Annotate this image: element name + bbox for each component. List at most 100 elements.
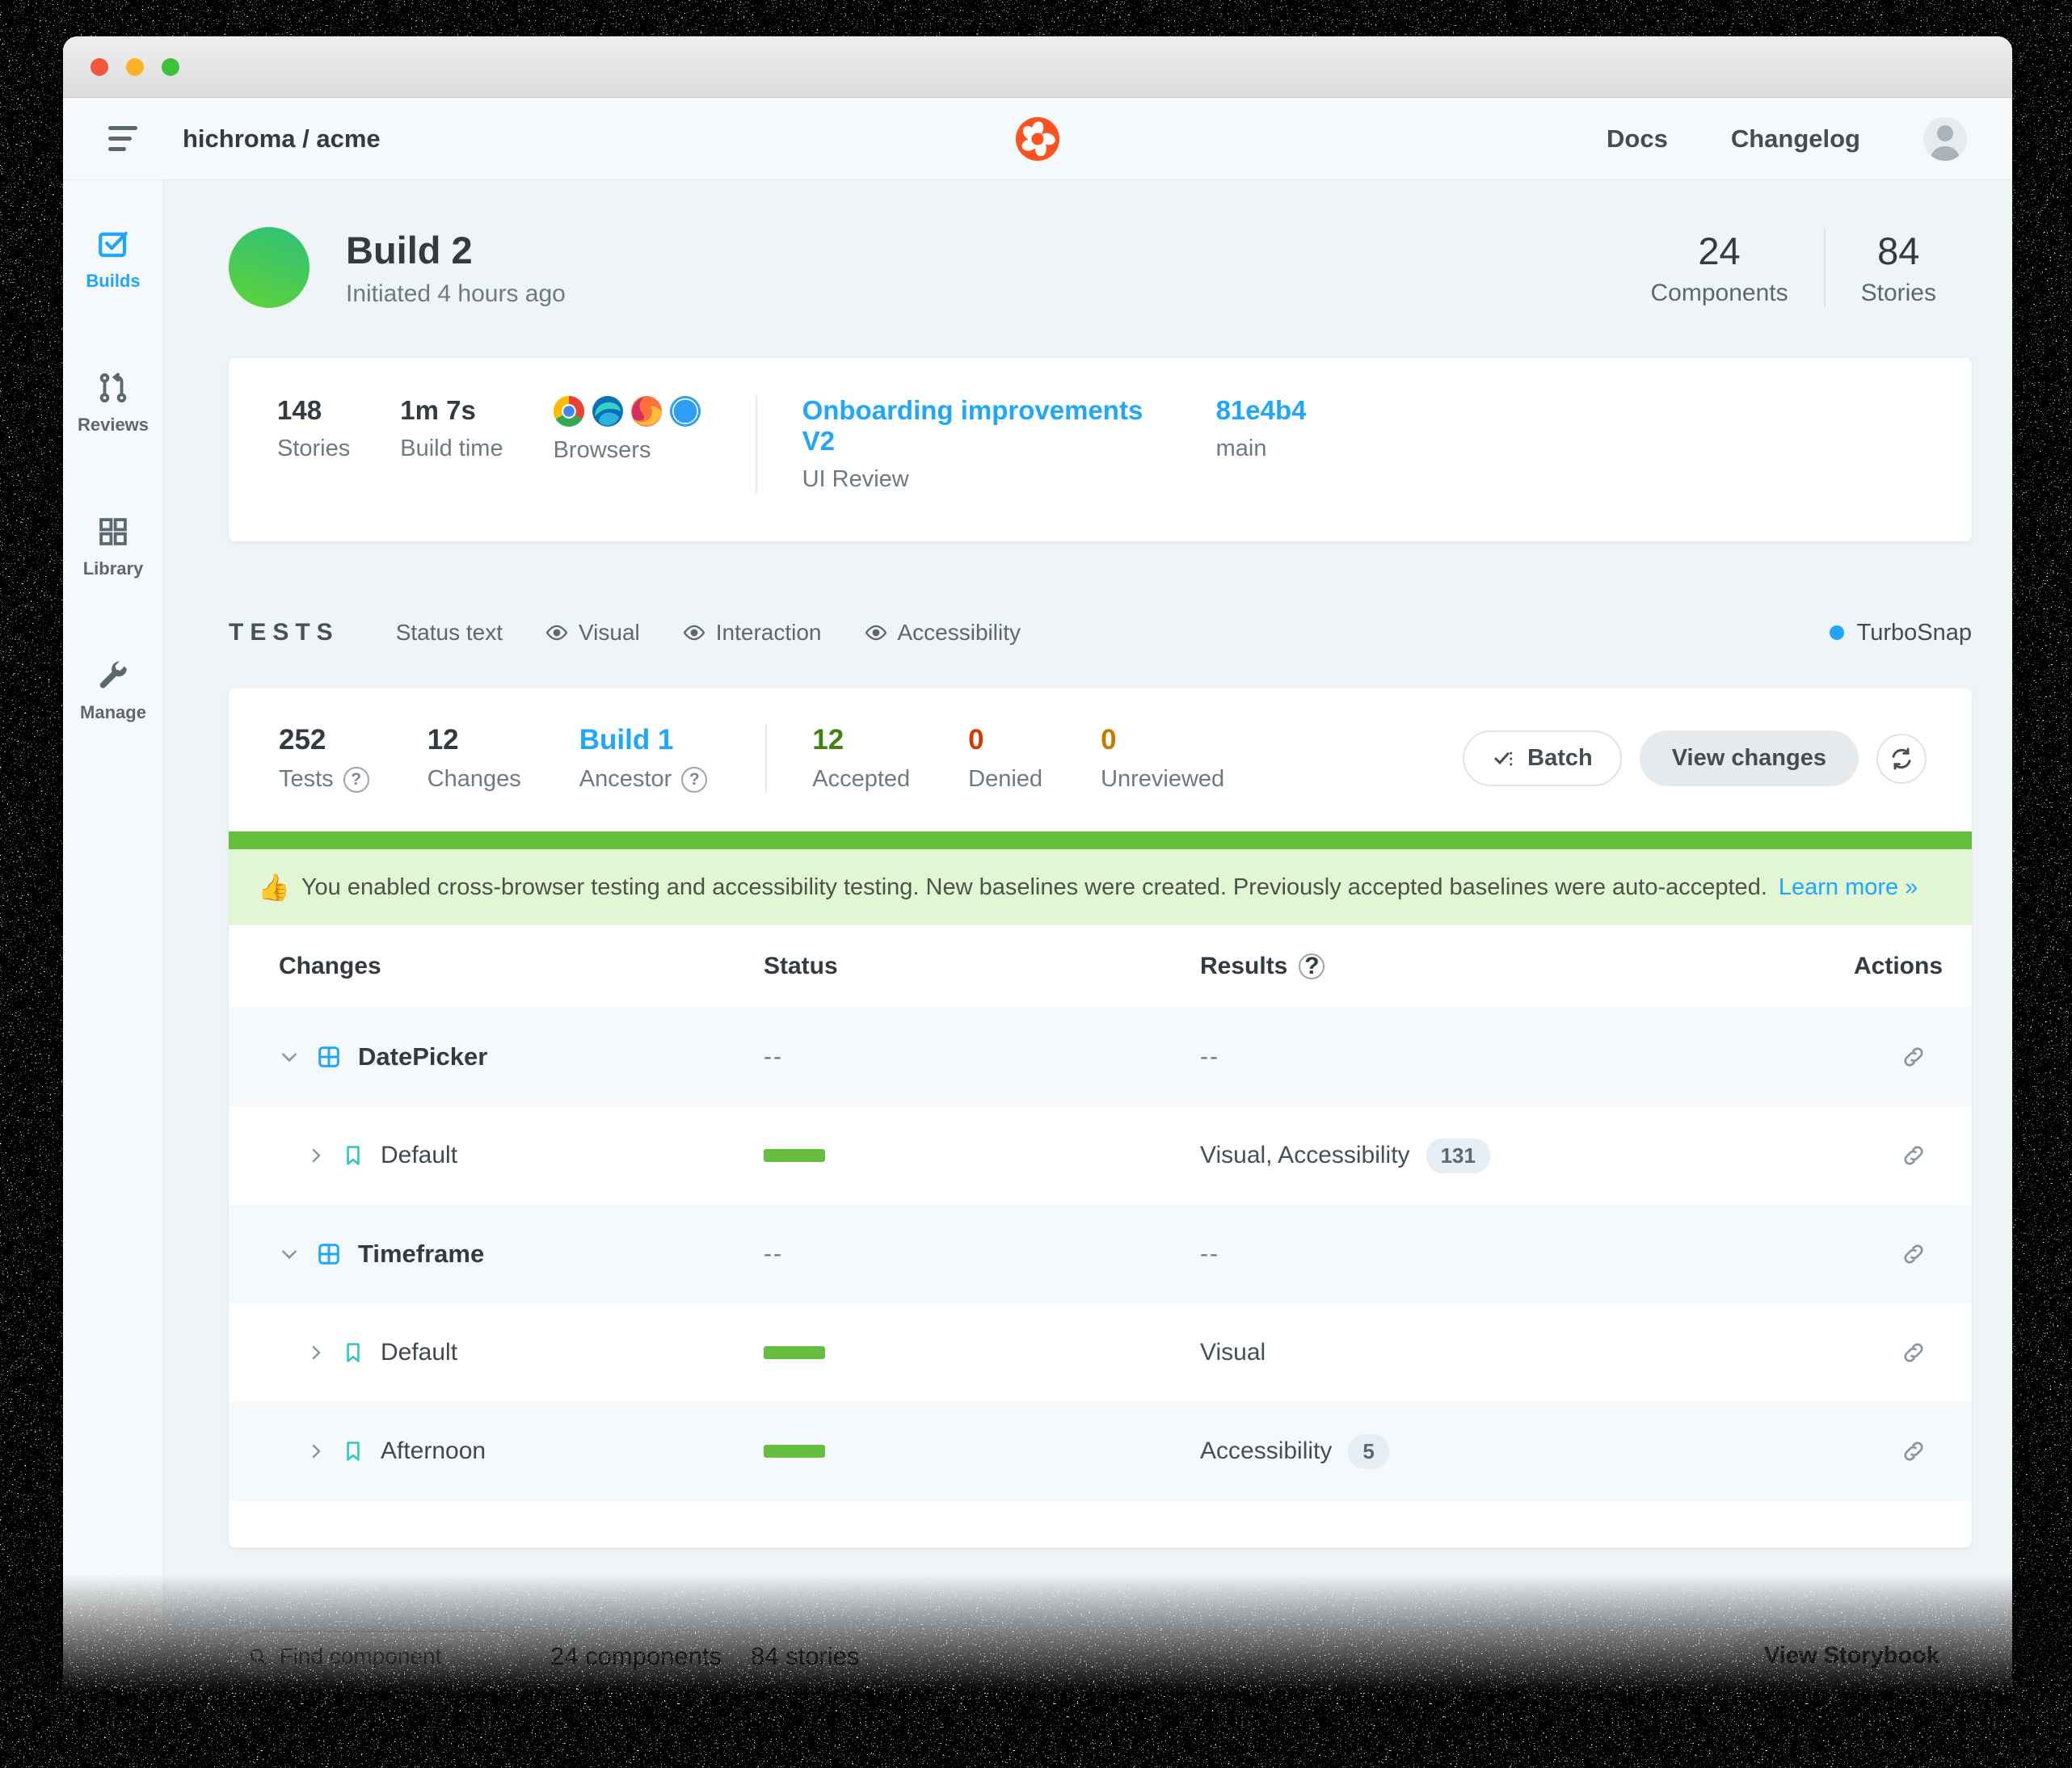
unreviewed-stat: 0 Unreviewed	[1101, 724, 1224, 793]
user-avatar[interactable]	[1923, 117, 1967, 161]
sidebar-item-reviews[interactable]: Reviews	[78, 371, 149, 436]
story-bookmark-icon	[342, 1341, 364, 1364]
link-icon[interactable]	[1901, 1044, 1927, 1070]
build-subtitle: Initiated 4 hours ago	[346, 280, 566, 308]
toggle-accessibility[interactable]: Accessibility	[864, 620, 1021, 646]
tests-card: 252 Tests? 12 Changes Build 1 Ancestor?	[229, 688, 1972, 1547]
library-grid-icon	[96, 515, 130, 549]
link-icon[interactable]	[1901, 1143, 1927, 1168]
component-icon	[316, 1044, 342, 1070]
sidebar-item-label: Reviews	[78, 415, 149, 436]
sidebar-item-builds[interactable]: Builds	[86, 227, 140, 292]
ancestor-stat: Build 1 Ancestor?	[579, 724, 707, 793]
baselines-alert: 👍 You enabled cross-browser testing and …	[229, 849, 1972, 925]
page-title: Build 2	[346, 228, 566, 272]
sidebar-item-label: Builds	[86, 271, 140, 292]
turbosnap-dot-icon	[1830, 625, 1844, 640]
commit-hash-info: 81e4b4 main	[1216, 395, 1307, 493]
sidebar-item-manage[interactable]: Manage	[80, 659, 146, 723]
docs-link[interactable]: Docs	[1607, 124, 1668, 154]
count-badge: 131	[1426, 1139, 1490, 1173]
chromatic-logo-icon[interactable]	[1016, 117, 1059, 161]
link-icon[interactable]	[1901, 1340, 1927, 1366]
build-time-stat: 1m 7s Build time	[400, 395, 503, 493]
chevron-down-icon[interactable]	[279, 1046, 300, 1067]
changes-stat: 12 Changes	[427, 724, 521, 793]
app-window: hichroma / acme Docs Changelog	[63, 36, 2012, 1736]
firefox-icon	[631, 396, 662, 427]
status-text-label: Status text	[396, 620, 503, 646]
zoom-window-button[interactable]	[162, 58, 179, 76]
tests-section-bar: TESTS Status text Visual	[229, 619, 1972, 646]
table-row[interactable]: Afternoon Accessibility 5	[229, 1402, 1972, 1501]
table-row[interactable]: DatePicker -- --	[229, 1008, 1972, 1106]
browsers-stat: Browsers	[554, 395, 701, 493]
help-icon[interactable]: ?	[1299, 953, 1324, 979]
thumbs-up-icon: 👍	[258, 872, 290, 903]
batch-button[interactable]: Batch	[1463, 730, 1622, 786]
learn-more-link[interactable]: Learn more »	[1779, 874, 1918, 901]
changelog-link[interactable]: Changelog	[1731, 124, 1860, 154]
chevron-down-icon[interactable]	[279, 1244, 300, 1265]
story-bookmark-icon	[342, 1440, 364, 1463]
toggle-visual[interactable]: Visual	[545, 620, 640, 646]
view-changes-button[interactable]: View changes	[1640, 730, 1859, 786]
table-row[interactable]: Default Visual	[229, 1303, 1972, 1402]
commit-hash-link[interactable]: 81e4b4	[1216, 395, 1307, 426]
main-content: Build 2 Initiated 4 hours ago 24 Compone…	[164, 180, 2012, 1736]
minimize-window-button[interactable]	[126, 58, 144, 76]
commit-title-link[interactable]: Onboarding improvements V2	[802, 395, 1166, 457]
tests-stat: 252 Tests?	[279, 724, 369, 793]
link-icon[interactable]	[1901, 1241, 1927, 1267]
manage-wrench-icon	[96, 659, 130, 692]
chevron-right-icon[interactable]	[306, 1146, 326, 1165]
sidebar-item-library[interactable]: Library	[83, 515, 144, 579]
status-passed-bar	[764, 1346, 825, 1359]
builds-check-icon	[96, 227, 130, 261]
close-window-button[interactable]	[91, 58, 108, 76]
stories-stat: 148 Stories	[277, 395, 350, 493]
refresh-icon	[1889, 746, 1914, 772]
chevron-right-icon[interactable]	[306, 1343, 326, 1362]
story-bookmark-icon	[342, 1144, 364, 1167]
status-passed-bar	[764, 1149, 825, 1162]
build-header: Build 2 Initiated 4 hours ago 24 Compone…	[229, 227, 1972, 308]
eye-icon	[682, 621, 706, 645]
reviews-branch-icon	[96, 371, 130, 405]
table-row[interactable]: Timeframe -- --	[229, 1205, 1972, 1303]
screenshot-stage: hichroma / acme Docs Changelog	[0, 0, 2072, 1768]
table-row[interactable]: Default Visual, Accessibility 131	[229, 1106, 1972, 1205]
noise-bottom-overlay	[0, 1574, 2072, 1768]
accepted-stat: 12 Accepted	[812, 724, 910, 793]
eye-icon	[545, 621, 569, 645]
sidebar-item-label: Library	[83, 558, 144, 579]
build-progress-bar	[229, 831, 1972, 849]
count-badge: 5	[1348, 1434, 1388, 1469]
refresh-button[interactable]	[1876, 734, 1927, 784]
changes-table-header: Changes Status Results? Actions	[229, 925, 1972, 1008]
status-passed-bar	[764, 1445, 825, 1458]
eye-icon	[864, 621, 888, 645]
turbosnap-indicator: TurboSnap	[1830, 620, 1972, 646]
org-project-title: hichroma / acme	[183, 124, 381, 154]
help-icon[interactable]: ?	[343, 767, 369, 793]
menu-icon[interactable]	[108, 126, 141, 151]
build-summary-card: 148 Stories 1m 7s Build time	[229, 358, 1972, 541]
divider	[756, 395, 757, 493]
macos-titlebar	[63, 36, 2012, 98]
safari-icon	[670, 396, 701, 427]
component-icon	[316, 1241, 342, 1267]
sidebar-item-label: Manage	[80, 702, 146, 723]
edge-icon	[592, 396, 623, 427]
toggle-interaction[interactable]: Interaction	[682, 620, 822, 646]
batch-checklist-icon	[1492, 747, 1516, 771]
ancestor-build-link[interactable]: Build 1	[579, 724, 707, 756]
denied-stat: 0 Denied	[968, 724, 1042, 793]
link-icon[interactable]	[1901, 1438, 1927, 1464]
divider	[765, 724, 767, 793]
table-footer-spacer	[229, 1501, 1972, 1547]
stories-count-stat: 84 Stories	[1826, 229, 1972, 307]
help-icon[interactable]: ?	[681, 767, 707, 793]
chevron-right-icon[interactable]	[306, 1442, 326, 1461]
chrome-icon	[554, 396, 584, 427]
